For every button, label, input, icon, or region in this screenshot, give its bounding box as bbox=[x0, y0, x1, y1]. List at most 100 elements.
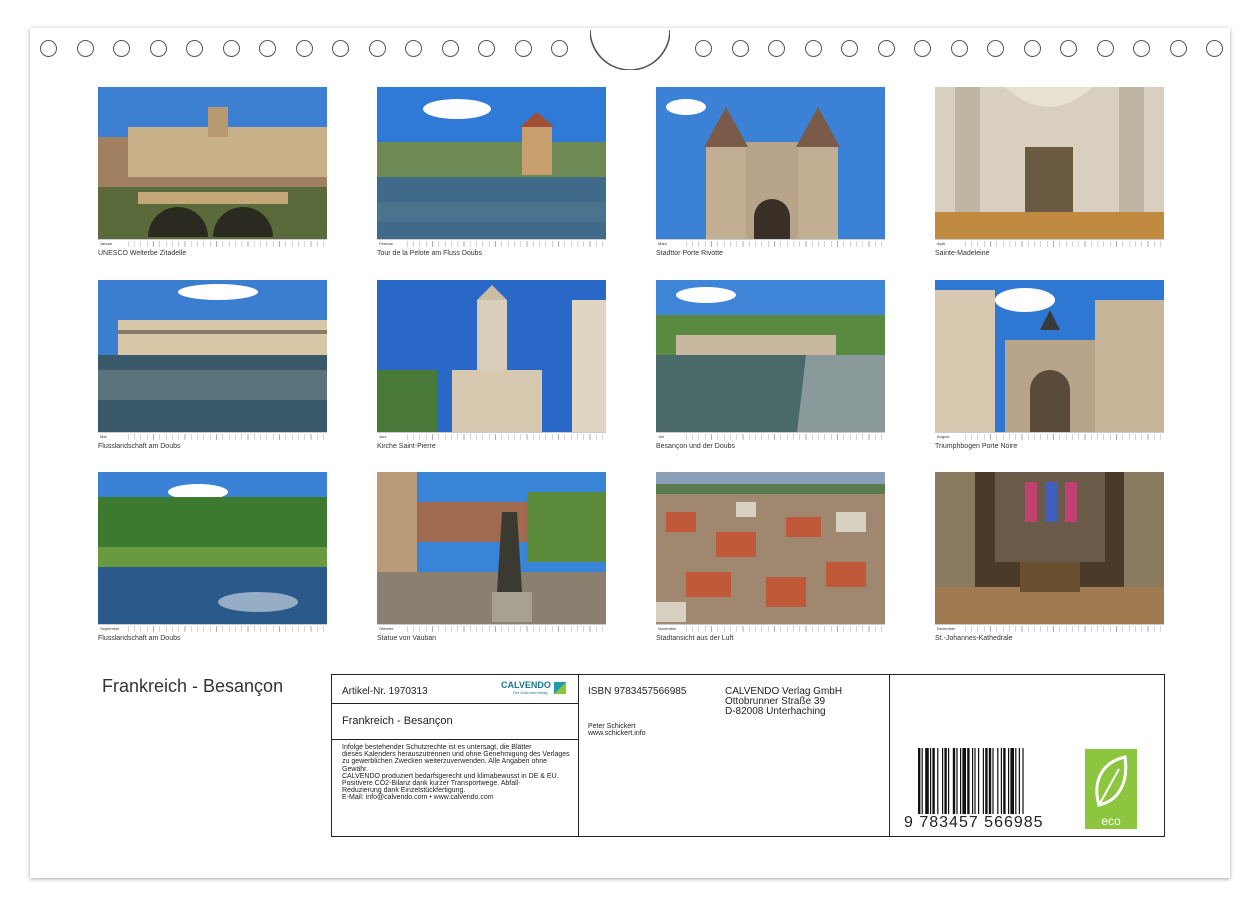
mini-month-label: Juli bbox=[658, 434, 665, 439]
binding-ring bbox=[914, 40, 931, 57]
binding-ring bbox=[259, 40, 276, 57]
mini-days bbox=[407, 626, 604, 632]
photo-caption: Stadtansicht aus der Luft bbox=[656, 635, 734, 642]
calendar-photo: Februar bbox=[377, 87, 606, 248]
mini-calendar-strip: Mai bbox=[98, 432, 327, 441]
calendar-photo: August bbox=[935, 280, 1164, 441]
isbn: ISBN 9783457566985 bbox=[588, 686, 687, 697]
mini-calendar-strip: August bbox=[935, 432, 1164, 441]
binding-ring bbox=[1133, 40, 1150, 57]
mini-calendar-strip: März bbox=[656, 239, 885, 248]
calendar-photo: Juni bbox=[377, 280, 606, 441]
binding-ring bbox=[987, 40, 1004, 57]
calendar-photo: Juli bbox=[656, 280, 885, 441]
mini-month-label: Oktober bbox=[379, 626, 394, 631]
mini-calendar-strip: Dezember bbox=[935, 624, 1164, 633]
mini-calendar-strip: Februar bbox=[377, 239, 606, 248]
calvendo-logo-text: CALVENDO bbox=[501, 680, 551, 690]
mini-calendar-strip: November bbox=[656, 624, 885, 633]
binding-ring bbox=[768, 40, 785, 57]
legal-line: CALVENDO produziert bedarfsgerecht und k… bbox=[342, 772, 559, 780]
mini-month-label: August bbox=[937, 434, 950, 439]
calendar-photo: April bbox=[935, 87, 1164, 248]
mini-month-label: September bbox=[100, 626, 120, 631]
author-url: www.schickert.info bbox=[588, 730, 646, 737]
mini-calendar-strip: Juli bbox=[656, 432, 885, 441]
legal-line: zu gewerblichen Zwecken weiterzuverwende… bbox=[342, 758, 548, 766]
photo-caption: St.-Johannes-Kathedrale bbox=[935, 635, 1013, 642]
calendar-photo: Mai bbox=[98, 280, 327, 441]
mini-calendar-strip: April bbox=[935, 239, 1164, 248]
mini-days bbox=[407, 434, 604, 440]
binding-ring bbox=[76, 40, 94, 57]
binding-ring bbox=[441, 40, 459, 57]
mini-days bbox=[686, 434, 883, 440]
calvendo-logo-icon bbox=[554, 682, 566, 694]
legal-line: E-Mail: info@calvendo.com • www.calvendo… bbox=[342, 794, 494, 802]
photo-caption: UNESCO Welterbe Zitadelle bbox=[98, 250, 187, 257]
legal-line: Reduzierung dank Einzelstückfertigung. bbox=[342, 787, 466, 795]
binding-ring bbox=[514, 40, 532, 57]
article-number: Artikel-Nr. 1970313 bbox=[342, 686, 428, 697]
mini-month-label: April bbox=[937, 241, 946, 246]
binding-ring bbox=[1206, 40, 1223, 57]
publisher-city: D-82008 Unterhaching bbox=[725, 706, 826, 717]
binding-ring bbox=[478, 40, 495, 57]
barcode bbox=[918, 748, 1024, 814]
calendar-title: Frankreich - Besançon bbox=[102, 676, 284, 696]
legal-line: Positivere CO2-Bilanz dank kurzer Transp… bbox=[342, 780, 521, 787]
binding-ring bbox=[551, 40, 568, 57]
eco-label: eco bbox=[1101, 814, 1121, 828]
mini-calendar-strip: Juni bbox=[377, 432, 606, 441]
leaf-icon: eco bbox=[1095, 755, 1128, 828]
mini-days bbox=[686, 626, 883, 632]
binding-ring bbox=[186, 40, 203, 57]
mini-month-label: Januar bbox=[100, 241, 113, 246]
mini-month-label: März bbox=[658, 241, 667, 246]
photo-caption: Sainte-Madeleine bbox=[935, 250, 990, 257]
binding-ring bbox=[950, 40, 968, 57]
binding-ring bbox=[40, 40, 57, 57]
mini-calendar-strip: Oktober bbox=[377, 624, 606, 633]
legal-line: Gewähr. bbox=[342, 765, 369, 773]
mini-days bbox=[965, 434, 1162, 440]
mini-days bbox=[965, 241, 1162, 247]
binding-ring bbox=[1169, 40, 1187, 57]
binding-ring bbox=[695, 40, 712, 57]
calvendo-logo-sub: Der Kalenderverlag bbox=[513, 690, 548, 695]
mini-month-label: Mai bbox=[100, 434, 107, 439]
hanger-notch bbox=[590, 29, 670, 70]
photo-caption: Tour de la Pelote am Fluss Doubs bbox=[377, 250, 483, 257]
binding-ring bbox=[368, 40, 386, 57]
ean-digits: 9 783457 566985 bbox=[904, 814, 1044, 831]
binding-ring bbox=[295, 40, 313, 57]
calendar-photo: Dezember bbox=[935, 472, 1164, 633]
binding-ring bbox=[222, 40, 240, 57]
calendar-photo: September bbox=[98, 472, 327, 633]
mini-days bbox=[128, 241, 325, 247]
photo-caption: Kirche Saint-Pierre bbox=[377, 443, 436, 450]
calendar-photo: März bbox=[656, 87, 885, 248]
binding-ring bbox=[731, 40, 749, 57]
author-name: Peter Schickert bbox=[588, 723, 636, 730]
mini-month-label: November bbox=[658, 626, 677, 631]
photo-caption: Flusslandschaft am Doubs bbox=[98, 635, 181, 642]
calendar-photo: Januar bbox=[98, 87, 327, 248]
calendar-photo: Oktober bbox=[377, 472, 606, 633]
binding-ring bbox=[841, 40, 858, 57]
binding-ring bbox=[1060, 40, 1077, 57]
binding-ring bbox=[332, 40, 349, 57]
mini-days bbox=[686, 241, 883, 247]
mini-days bbox=[407, 241, 604, 247]
photo-caption: Besançon und der Doubs bbox=[656, 443, 735, 450]
mini-days bbox=[965, 626, 1162, 632]
legal-line: dieses Kalenders herauszutrennen und ohn… bbox=[342, 751, 570, 759]
binding-ring bbox=[877, 40, 895, 57]
binding-ring bbox=[804, 40, 822, 57]
mini-month-label: Dezember bbox=[937, 626, 956, 631]
mini-calendar-strip: Januar bbox=[98, 239, 327, 248]
calendar-photo: November bbox=[656, 472, 885, 633]
mini-month-label: Juni bbox=[379, 434, 387, 439]
binding-ring bbox=[113, 40, 130, 57]
info-title: Frankreich - Besançon bbox=[342, 715, 453, 727]
